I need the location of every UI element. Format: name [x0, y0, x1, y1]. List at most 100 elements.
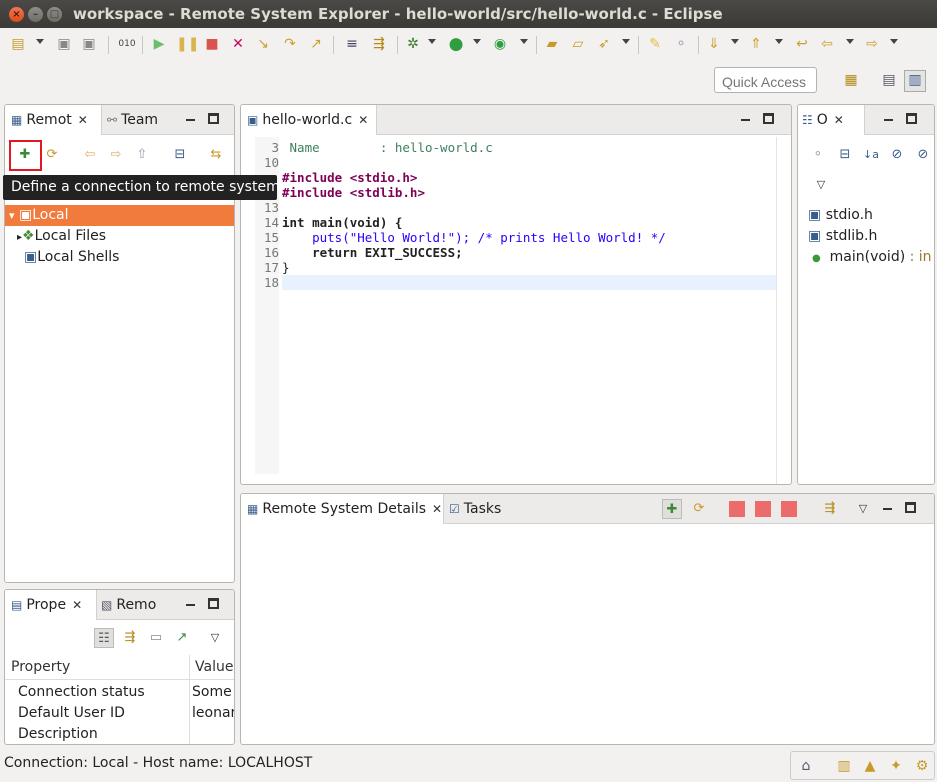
terminate-icon[interactable]: ■	[203, 35, 221, 53]
close-tab-icon[interactable]: ✕	[834, 113, 844, 127]
maximize-panel-button[interactable]	[763, 113, 774, 124]
connection-status-icon[interactable]: ⌂	[797, 757, 815, 775]
code-line: #include <stdio.h>	[282, 170, 418, 185]
maximize-window-button[interactable]: □	[47, 7, 62, 22]
minimize-panel-button[interactable]	[183, 111, 197, 125]
marker-icon[interactable]: ✎	[646, 35, 664, 53]
restore-icon[interactable]: ↗	[172, 628, 192, 648]
link-with-editor-icon[interactable]: ⇆	[206, 145, 226, 165]
quick-access-input[interactable]	[714, 67, 817, 93]
close-tab-icon[interactable]: ✕	[78, 113, 88, 127]
tab-tasks[interactable]: ☑ Tasks	[449, 494, 501, 524]
tree-item-local-files[interactable]: ▸❖Local Files	[17, 226, 106, 247]
back-icon[interactable]: ⇦	[818, 35, 836, 53]
view-menu-icon[interactable]: ▽	[853, 499, 873, 519]
maximize-panel-button[interactable]	[208, 598, 219, 609]
new-dropdown-icon[interactable]	[36, 39, 44, 44]
function-icon: ●	[812, 253, 821, 264]
close-tab-icon[interactable]: ✕	[72, 598, 82, 612]
categories-icon[interactable]: ☷	[94, 628, 114, 648]
cpp-perspective-icon[interactable]: ▤	[880, 71, 898, 89]
tree-item-local-shells[interactable]: ▣Local Shells	[24, 247, 119, 268]
tab-remote-monitor[interactable]: ▧ Remo	[101, 590, 156, 620]
view-menu-icon[interactable]: ▽	[811, 175, 831, 195]
step-over-icon[interactable]: ↷	[281, 35, 299, 53]
maximize-panel-button[interactable]	[208, 113, 219, 124]
close-window-button[interactable]: ×	[9, 7, 24, 22]
back-icon[interactable]: ⇦	[80, 145, 100, 165]
close-tab-icon[interactable]: ✕	[358, 113, 368, 127]
stop-icon[interactable]	[729, 501, 745, 517]
minimize-window-button[interactable]: –	[28, 7, 43, 22]
debug-icon[interactable]: ✲	[404, 35, 422, 53]
close-tab-icon[interactable]: ✕	[432, 502, 442, 516]
prev-annotation-icon[interactable]: ⇑	[747, 35, 765, 53]
refresh-icon[interactable]: ⟳	[42, 145, 62, 165]
tab-properties[interactable]: ▤ Prope ✕	[5, 590, 97, 620]
last-edit-icon[interactable]: ↩	[793, 35, 811, 53]
step-return-icon[interactable]: ↗	[307, 35, 325, 53]
map-icon[interactable]: ▥	[835, 757, 853, 775]
filter-icon[interactable]: ⇶	[820, 499, 840, 519]
collapse-all-icon[interactable]: ⊟	[835, 145, 855, 165]
forward-icon[interactable]: ⇨	[863, 35, 881, 53]
new-connection-icon[interactable]: ✚	[662, 499, 682, 519]
maximize-panel-button[interactable]	[905, 502, 916, 513]
column-header-property[interactable]: Property	[11, 655, 70, 679]
sort-icon[interactable]: ↓a	[861, 145, 881, 165]
property-name: Connection status	[18, 684, 145, 700]
minimize-panel-button[interactable]	[880, 500, 894, 514]
maximize-panel-button[interactable]	[906, 113, 917, 124]
new-icon[interactable]: ▤	[9, 35, 27, 53]
tab-remote-system-details[interactable]: ▦ Remote System Details ✕	[241, 494, 444, 524]
open-type-icon[interactable]: ▱	[569, 35, 587, 53]
disconnect-icon[interactable]: ✕	[229, 35, 247, 53]
outline-item-main[interactable]: ● main(void) : in	[812, 247, 932, 268]
forward-icon[interactable]: ⇨	[106, 145, 126, 165]
graduation-icon[interactable]: ▲	[861, 757, 879, 775]
tab-hello-world-c[interactable]: ▣ hello-world.c ✕	[241, 105, 377, 135]
remote-systems-icon: ▦	[11, 113, 23, 127]
outline-item-stdlib[interactable]: ▣ stdlib.h	[808, 226, 877, 247]
save-all-icon[interactable]: ▣	[80, 35, 98, 53]
stop-icon[interactable]	[755, 501, 771, 517]
step-into-icon[interactable]: ↘	[254, 35, 272, 53]
binary-icon[interactable]: 010	[118, 35, 136, 53]
gear-icon[interactable]: ⚙	[913, 757, 931, 775]
suspend-icon[interactable]: ❚❚	[176, 35, 199, 53]
hide-fields-icon[interactable]: ⚬	[808, 145, 828, 165]
save-icon[interactable]: ▣	[55, 35, 73, 53]
view-menu-icon[interactable]: ▽	[205, 628, 225, 648]
wand-icon[interactable]: ✦	[887, 757, 905, 775]
outline-item-stdio[interactable]: ▣ stdio.h	[808, 205, 873, 226]
rocket-icon[interactable]: ➶	[595, 35, 613, 53]
tree-item-local[interactable]: ▾ ▣Local	[5, 205, 234, 226]
advanced-icon[interactable]: ▭	[146, 628, 166, 648]
run-icon[interactable]: ●	[447, 35, 465, 53]
resume-icon[interactable]: ▶	[150, 35, 168, 53]
hide-static-icon[interactable]: ⊘	[887, 145, 907, 165]
hide-non-public-icon[interactable]: ⊘	[913, 145, 933, 165]
open-perspective-icon[interactable]: ▦	[842, 71, 860, 89]
up-icon[interactable]: ⇧	[132, 145, 152, 165]
toggle-icon[interactable]: ⚬	[672, 35, 690, 53]
minimize-panel-button[interactable]	[183, 596, 197, 610]
filter-icon[interactable]: ⇶	[120, 628, 140, 648]
next-annotation-icon[interactable]: ⇓	[705, 35, 723, 53]
column-header-value[interactable]: Value	[195, 655, 233, 679]
minimize-panel-button[interactable]	[738, 111, 752, 125]
minimize-panel-button[interactable]	[881, 111, 895, 125]
use-step-filters-icon[interactable]: ⇶	[370, 35, 388, 53]
drop-to-frame-icon[interactable]: ≡	[343, 35, 361, 53]
external-tools-icon[interactable]: ◉	[491, 35, 509, 53]
tab-team[interactable]: ⚯ Team	[107, 105, 158, 135]
stop-icon[interactable]	[781, 501, 797, 517]
refresh-icon[interactable]: ⟳	[689, 499, 709, 519]
collapse-all-icon[interactable]: ⊟	[170, 145, 190, 165]
tab-outline[interactable]: ☷ O ✕	[798, 105, 865, 135]
team-icon: ⚯	[107, 113, 118, 127]
rse-perspective-icon[interactable]: ▥	[904, 70, 926, 92]
code-editor[interactable]: 3 Name : hello-world.c 10 #include <stdi…	[241, 137, 791, 484]
open-folder-icon[interactable]: ▰	[543, 35, 561, 53]
tab-remote-systems[interactable]: ▦ Remot ✕	[5, 105, 102, 135]
